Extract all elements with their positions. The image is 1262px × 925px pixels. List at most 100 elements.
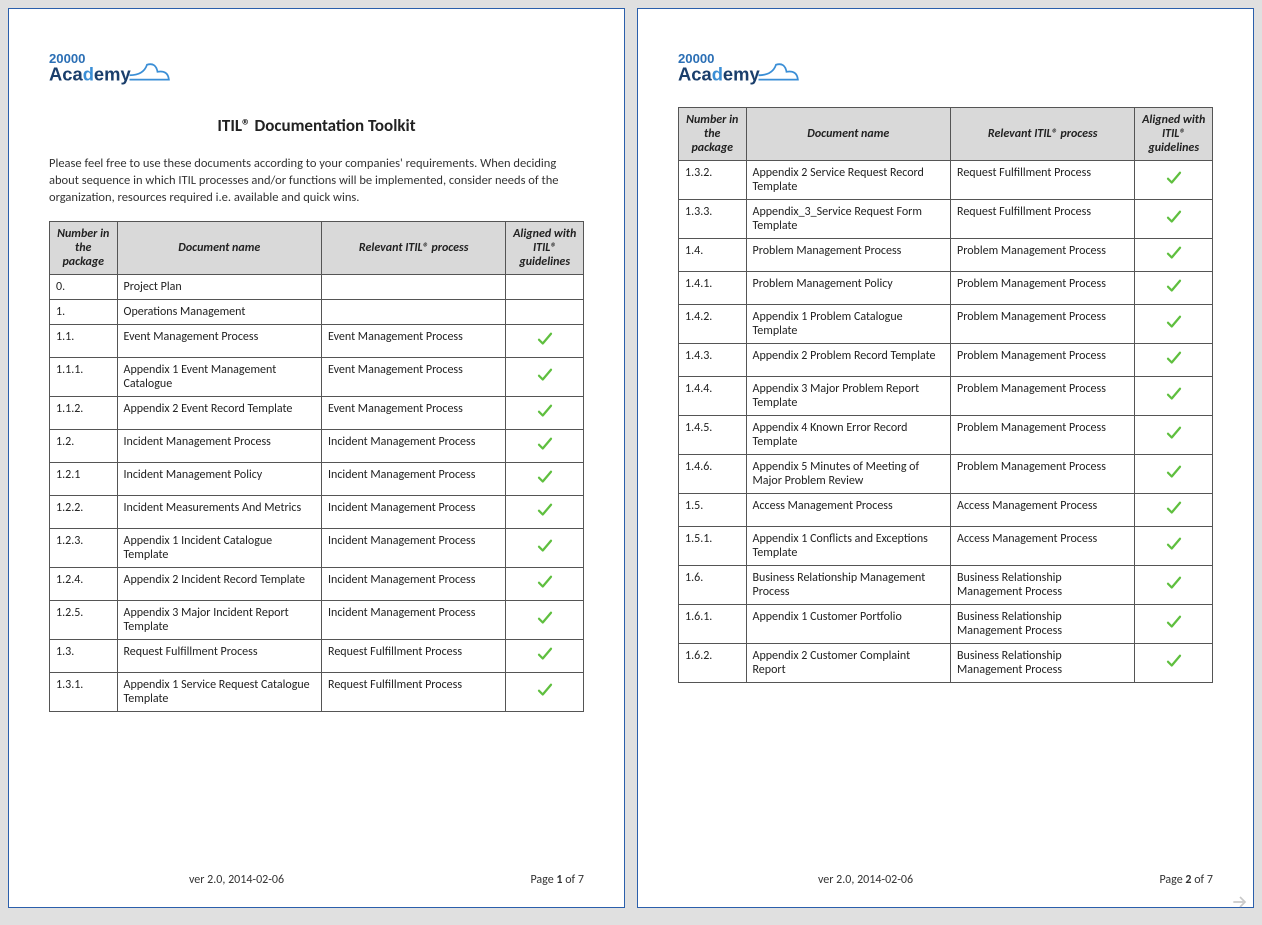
- cell-document: Appendix 3 Major Incident Report Templat…: [117, 600, 322, 639]
- cell-process: [322, 299, 506, 324]
- cell-number: 1.1.2.: [50, 396, 118, 429]
- cell-aligned: [1135, 416, 1213, 455]
- cell-aligned: [1135, 605, 1213, 644]
- cell-aligned: [506, 528, 584, 567]
- cell-aligned: [506, 462, 584, 495]
- cell-number: 1.2.4.: [50, 567, 118, 600]
- cell-document: Access Management Process: [746, 494, 951, 527]
- cell-process: Problem Management Process: [951, 416, 1135, 455]
- header-process: Relevant ITIL® process: [322, 221, 506, 274]
- header-document: Document name: [746, 108, 951, 161]
- cell-process: Problem Management Process: [951, 455, 1135, 494]
- cell-process: Event Management Process: [322, 396, 506, 429]
- cell-document: Incident Measurements And Metrics: [117, 495, 322, 528]
- cell-document: Incident Management Process: [117, 429, 322, 462]
- cell-aligned: [1135, 272, 1213, 305]
- cell-number: 1.4.3.: [679, 344, 747, 377]
- cell-document: Project Plan: [117, 274, 322, 299]
- table-row: 1.4.1.Problem Management PolicyProblem M…: [679, 272, 1213, 305]
- cell-number: 1.2.3.: [50, 528, 118, 567]
- cell-aligned: [506, 639, 584, 672]
- check-icon: [1165, 543, 1183, 557]
- check-icon: [536, 476, 554, 490]
- cell-aligned: [1135, 200, 1213, 239]
- cell-aligned: [506, 396, 584, 429]
- cell-process: Problem Management Process: [951, 272, 1135, 305]
- cell-process: Business Relationship Management Process: [951, 644, 1135, 683]
- check-icon: [536, 338, 554, 352]
- cell-number: 1.1.1.: [50, 357, 118, 396]
- cell-aligned: [1135, 161, 1213, 200]
- cell-aligned: [1135, 344, 1213, 377]
- document-page-1: 20000 Academy ITIL® Documentation Toolki…: [8, 8, 625, 908]
- cell-number: 1.3.3.: [679, 200, 747, 239]
- header-process: Relevant ITIL® process: [951, 108, 1135, 161]
- logo-bottom-text: Academy: [49, 64, 131, 85]
- table-row: 1.3.2.Appendix 2 Service Request Record …: [679, 161, 1213, 200]
- cell-process: Event Management Process: [322, 324, 506, 357]
- cell-document: Appendix 1 Incident Catalogue Template: [117, 528, 322, 567]
- cell-process: Business Relationship Management Process: [951, 605, 1135, 644]
- cell-process: Access Management Process: [951, 527, 1135, 566]
- cell-process: Incident Management Process: [322, 528, 506, 567]
- cell-number: 1.2.2.: [50, 495, 118, 528]
- header-aligned: Aligned with ITIL® guidelines: [1135, 108, 1213, 161]
- cell-aligned: [1135, 494, 1213, 527]
- cell-process: Request Fulfillment Process: [322, 639, 506, 672]
- table-row: 1.1.Event Management ProcessEvent Manage…: [50, 324, 584, 357]
- cell-process: Problem Management Process: [951, 344, 1135, 377]
- cell-document: Appendix 2 Incident Record Template: [117, 567, 322, 600]
- check-icon: [536, 374, 554, 388]
- check-icon: [1165, 285, 1183, 299]
- header-number: Number in the package: [679, 108, 747, 161]
- cell-number: 1.6.: [679, 566, 747, 605]
- cell-aligned: [506, 324, 584, 357]
- document-title: ITIL® Documentation Toolkit: [49, 115, 584, 136]
- check-icon: [1165, 393, 1183, 407]
- cell-number: 1.4.5.: [679, 416, 747, 455]
- cell-document: Event Management Process: [117, 324, 322, 357]
- table-row: 1.4.Problem Management ProcessProblem Ma…: [679, 239, 1213, 272]
- cell-document: Appendix 5 Minutes of Meeting of Major P…: [746, 455, 951, 494]
- cell-aligned: [506, 357, 584, 396]
- cell-aligned: [1135, 455, 1213, 494]
- cell-document: Appendix 2 Event Record Template: [117, 396, 322, 429]
- table-row: 1.2.1Incident Management PolicyIncident …: [50, 462, 584, 495]
- check-icon: [536, 689, 554, 703]
- table-row: 1.4.3.Appendix 2 Problem Record Template…: [679, 344, 1213, 377]
- header-number: Number in the package: [50, 221, 118, 274]
- cell-document: Appendix 2 Customer Complaint Report: [746, 644, 951, 683]
- cell-number: 1.3.2.: [679, 161, 747, 200]
- check-icon: [1165, 216, 1183, 230]
- cell-aligned: [506, 672, 584, 711]
- cell-number: 1.4.4.: [679, 377, 747, 416]
- table-row: 1.3.1.Appendix 1 Service Request Catalog…: [50, 672, 584, 711]
- footer-page-num: Page 2 of 7: [1159, 873, 1213, 887]
- table-row: 1.2.Incident Management ProcessIncident …: [50, 429, 584, 462]
- check-icon: [1165, 357, 1183, 371]
- intro-paragraph: Please feel free to use these documents …: [49, 156, 584, 207]
- logo: 20000 Academy: [678, 49, 1213, 91]
- cell-process: Problem Management Process: [951, 377, 1135, 416]
- cell-number: 1.6.2.: [679, 644, 747, 683]
- cell-process: Access Management Process: [951, 494, 1135, 527]
- table-row: 1.5.Access Management ProcessAccess Mana…: [679, 494, 1213, 527]
- table-row: 1.3.Request Fulfillment ProcessRequest F…: [50, 639, 584, 672]
- document-page-2: 20000 Academy Number in the package Docu…: [637, 8, 1254, 908]
- cell-number: 1.3.1.: [50, 672, 118, 711]
- cell-document: Appendix 3 Major Problem Report Template: [746, 377, 951, 416]
- check-icon: [536, 443, 554, 457]
- cell-document: Appendix_3_Service Request Form Template: [746, 200, 951, 239]
- table-row: 1.2.2.Incident Measurements And MetricsI…: [50, 495, 584, 528]
- table-row: 1.4.2.Appendix 1 Problem Catalogue Templ…: [679, 305, 1213, 344]
- next-page-arrow-icon[interactable]: [1230, 892, 1250, 917]
- cell-number: 1.4.6.: [679, 455, 747, 494]
- cell-process: Request Fulfillment Process: [951, 161, 1135, 200]
- cell-document: Appendix 1 Event Management Catalogue: [117, 357, 322, 396]
- cloud-icon: [130, 64, 169, 79]
- cell-number: 1.5.: [679, 494, 747, 527]
- cell-document: Appendix 2 Service Request Record Templa…: [746, 161, 951, 200]
- table-row: 1.1.1.Appendix 1 Event Management Catalo…: [50, 357, 584, 396]
- logo: 20000 Academy: [49, 49, 584, 91]
- table-row: 1.4.5.Appendix 4 Known Error Record Temp…: [679, 416, 1213, 455]
